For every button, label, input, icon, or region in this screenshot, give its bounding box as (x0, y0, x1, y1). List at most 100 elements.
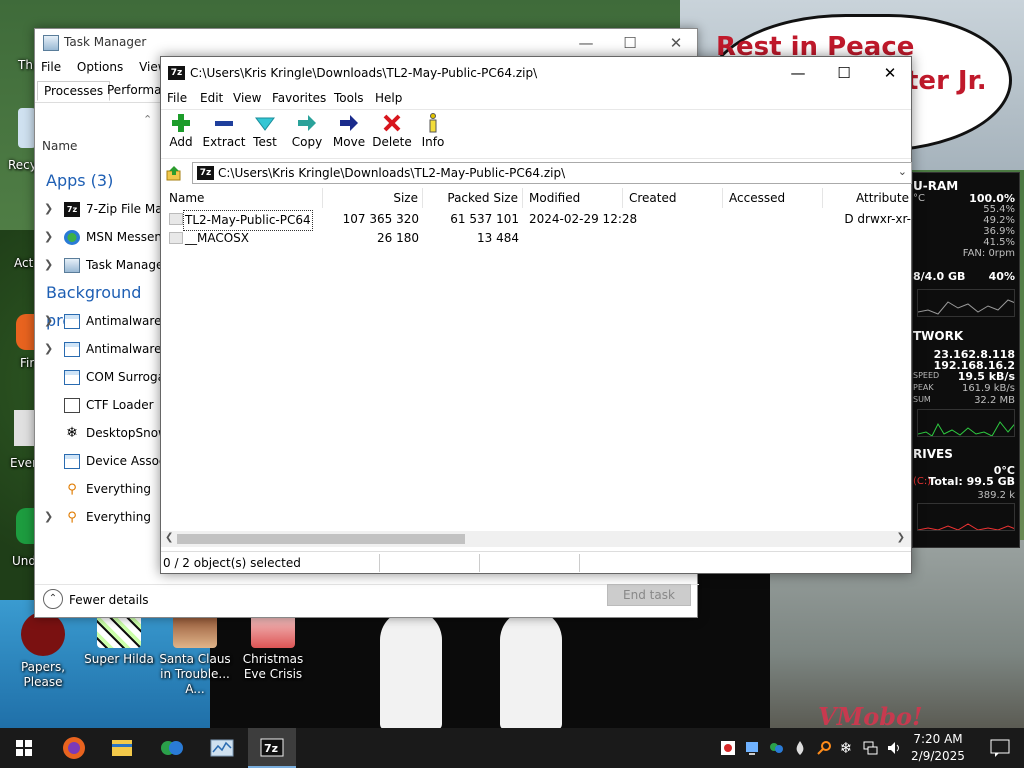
chevron-down-icon[interactable]: ⌄ (898, 165, 907, 178)
taskbar-task-manager[interactable] (198, 728, 246, 768)
info-icon (429, 113, 437, 133)
expand-chevron-icon[interactable]: ❯ (44, 307, 53, 335)
start-button[interactable] (0, 728, 48, 768)
test-button[interactable]: Test (243, 112, 287, 149)
tray-snow-icon[interactable]: ❄ (838, 740, 854, 756)
move-button[interactable]: Move (327, 112, 371, 149)
tray-monitor-icon[interactable] (744, 740, 760, 756)
desktop-icon-christmas-eve[interactable]: Christmas Eve Crisis (230, 612, 316, 682)
desktop-icon-super-hilda[interactable]: Super Hilda (76, 612, 162, 667)
table-row[interactable]: TL2-May-Public-PC64 107 365 320 61 537 1… (163, 210, 911, 231)
tray-network-people-icon[interactable] (768, 740, 784, 756)
taskbar-file-explorer[interactable] (98, 728, 146, 768)
menu-help[interactable]: Help (375, 91, 402, 105)
minimize-button[interactable]: — (563, 29, 609, 57)
msn-messenger-icon (64, 230, 80, 245)
everything-search-icon: ⚲ (67, 510, 77, 525)
column-header-name[interactable]: Name (163, 188, 323, 208)
taskbar-7zip[interactable]: 7z (248, 728, 296, 768)
tray-volume-icon[interactable] (886, 740, 902, 756)
menu-file[interactable]: File (35, 57, 67, 77)
ctf-loader-icon (64, 398, 80, 413)
process-row[interactable]: ❯ ⚲ Everything (35, 503, 165, 531)
maximize-button[interactable]: ☐ (821, 57, 867, 89)
process-row[interactable]: ❯ MSN Messeng (35, 223, 165, 251)
sort-chevron-icon[interactable]: ⌃ (143, 113, 152, 126)
desktop-icon-label-partial[interactable]: Recy (8, 158, 37, 172)
desktop-icon-label-partial[interactable]: Ever (10, 456, 37, 470)
task-manager-titlebar[interactable]: Task Manager — ☐ ✕ (35, 29, 697, 57)
folder-up-icon[interactable] (166, 165, 182, 181)
expand-chevron-icon[interactable]: ❯ (44, 503, 53, 531)
everything-desktop-icon[interactable] (14, 410, 36, 446)
close-button[interactable]: ✕ (867, 57, 913, 89)
process-row[interactable]: CTF Loader (35, 391, 165, 419)
menu-edit[interactable]: Edit (200, 91, 223, 105)
maximize-button[interactable]: ☐ (607, 29, 653, 57)
menu-file[interactable]: File (167, 91, 187, 105)
delete-button[interactable]: Delete (370, 112, 414, 149)
column-header-packed-size[interactable]: Packed Size (423, 188, 523, 208)
desktop-icon-santa-claus[interactable]: Santa Claus in Trouble... A... (152, 612, 238, 697)
expand-chevron-icon[interactable]: ❯ (44, 195, 53, 223)
window-title: C:\Users\Kris Kringle\Downloads\TL2-May-… (190, 66, 538, 80)
desktop-icon-label-partial[interactable]: Fir (20, 356, 34, 370)
fewer-details-link[interactable]: Fewer details (69, 593, 149, 607)
tray-search-icon[interactable] (816, 740, 832, 756)
process-row[interactable]: COM Surrogat (35, 363, 165, 391)
scroll-left-icon[interactable]: ❮ (165, 532, 173, 543)
notification-button[interactable] (976, 728, 1024, 768)
scrollbar-thumb[interactable] (177, 534, 465, 544)
close-button[interactable]: ✕ (653, 29, 699, 57)
expand-chevron-icon[interactable]: ❯ (44, 335, 53, 363)
tray-drop-icon[interactable] (792, 740, 808, 756)
chevron-up-icon[interactable]: ⌃ (43, 589, 63, 609)
column-header-accessed[interactable]: Accessed (723, 188, 823, 208)
horizontal-scrollbar[interactable]: ❮ ❯ (161, 531, 911, 547)
desktop-icon-label-partial[interactable]: Act (14, 256, 33, 270)
process-row[interactable]: ❯ Antimalware C (35, 307, 165, 335)
copy-button[interactable]: Copy (285, 112, 329, 149)
add-button[interactable]: Add (159, 112, 203, 149)
menu-view[interactable]: View (233, 91, 261, 105)
process-row[interactable]: ⚲ Everything (35, 475, 165, 503)
expand-chevron-icon[interactable]: ❯ (44, 251, 53, 279)
7zip-titlebar[interactable]: 7z C:\Users\Kris Kringle\Downloads\TL2-M… (161, 57, 911, 89)
process-row[interactable]: ❄ DesktopSnow (35, 419, 165, 447)
minimize-button[interactable]: — (775, 57, 821, 89)
column-header-name[interactable]: Name (42, 139, 77, 153)
process-row[interactable]: ❯ 7z 7-Zip File Man (35, 195, 165, 223)
extract-button[interactable]: Extract (202, 112, 246, 149)
desktop-icon-label-partial[interactable]: Und (12, 554, 36, 568)
tray-app-icon[interactable] (720, 740, 736, 756)
taskbar-firefox[interactable] (50, 728, 98, 768)
taskbar-msn-messenger[interactable] (148, 728, 196, 768)
column-header-attributes[interactable]: Attribute (823, 188, 911, 208)
info-button[interactable]: Info (411, 112, 455, 149)
menu-tools[interactable]: Tools (334, 91, 364, 105)
path-combobox[interactable]: 7z C:\Users\Kris Kringle\Downloads\TL2-M… (192, 162, 912, 184)
7zip-window[interactable]: 7z C:\Users\Kris Kringle\Downloads\TL2-M… (160, 56, 912, 574)
table-row[interactable]: __MACOSX 26 180 13 484 (163, 229, 911, 248)
desktop-icon-label-partial[interactable]: Th (18, 58, 33, 72)
scroll-right-icon[interactable]: ❯ (897, 532, 905, 543)
column-header-modified[interactable]: Modified (523, 188, 623, 208)
column-header-created[interactable]: Created (623, 188, 723, 208)
file-list-header: Name Size Packed Size Modified Created A… (163, 188, 911, 208)
clock[interactable]: 7:20 AM 2/9/2025 (906, 731, 970, 765)
desktop-icon-papers-please[interactable]: Papers, Please (0, 612, 86, 690)
process-row[interactable]: ❯ Task Manager (35, 251, 165, 279)
menu-favorites[interactable]: Favorites (272, 91, 326, 105)
tray-wired-network-icon[interactable] (862, 740, 878, 756)
menu-options[interactable]: Options (71, 57, 129, 77)
7zip-icon: 7z (168, 66, 185, 80)
column-header-size[interactable]: Size (323, 188, 423, 208)
tab-processes[interactable]: Processes (37, 81, 111, 101)
firefox-desktop-icon[interactable] (16, 314, 36, 350)
end-task-button[interactable]: End task (607, 584, 691, 606)
process-row[interactable]: ❯ Antimalware S (35, 335, 165, 363)
process-row[interactable]: Device Associ (35, 447, 165, 475)
expand-chevron-icon[interactable]: ❯ (44, 223, 53, 251)
undertale-desktop-icon[interactable] (16, 508, 36, 544)
task-manager-icon (210, 739, 234, 757)
